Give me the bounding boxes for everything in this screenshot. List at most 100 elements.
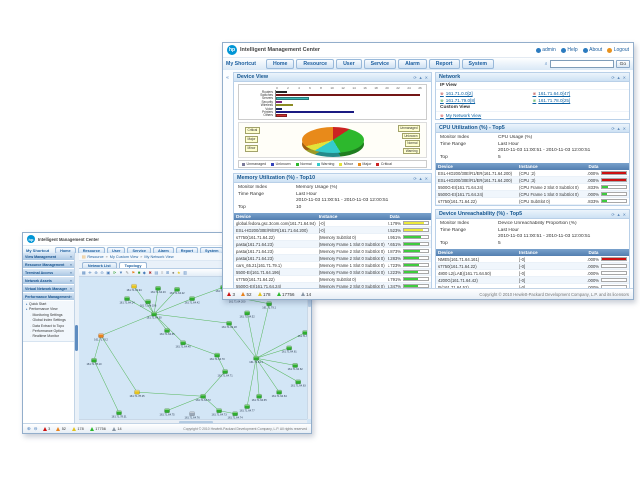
table-row[interactable]: 5500-EI(161.71.64.196)(Memory Frame 0 Sl… <box>234 269 431 276</box>
my-shortcut-button[interactable]: My Shortcut <box>226 61 264 67</box>
device-node[interactable]: 161.71.64.63 <box>290 380 306 388</box>
device-node[interactable]: 161.71.64.71 <box>217 370 233 378</box>
device-node[interactable]: 161.71.78.10 <box>86 358 102 366</box>
search-input[interactable] <box>550 60 614 68</box>
layout-icon[interactable]: ▤ <box>155 270 159 275</box>
tab-user[interactable]: User <box>336 59 362 69</box>
device-node[interactable]: 161.71.78.2 <box>94 334 108 342</box>
edit-icon[interactable]: ✎ <box>125 270 129 275</box>
about-link[interactable]: About <box>583 47 603 53</box>
search-icon[interactable]: ★ <box>177 270 181 275</box>
refresh-icon[interactable]: ⟳ <box>413 75 416 80</box>
crumb-my-network-view[interactable]: My Network View <box>144 255 173 259</box>
pan-tool-icon[interactable]: ✛ <box>88 270 92 275</box>
alarm-count[interactable]: 14 <box>112 427 122 431</box>
device-node[interactable]: 161.71.64.70 <box>209 353 225 361</box>
admin-link[interactable]: admin <box>536 47 556 53</box>
table-row[interactable]: 4800 L2(LAB)(161.71.64.50)[-0]0.000% <box>436 270 629 277</box>
device-node[interactable]: 161.71.64.61 <box>281 346 297 354</box>
table-row[interactable]: ESL-HD200/30E/R/ER(161.71.64.200)[-0]80.… <box>234 227 431 234</box>
table-row[interactable]: s7750(161.71.64.22)(CPU SubSlot 0)21.833… <box>436 198 629 205</box>
sidebar-section-terminal-access[interactable]: Terminal Access« <box>23 269 74 277</box>
sidebar-section-network-assets[interactable]: Network Assets« <box>23 277 74 285</box>
device-node[interactable]: 161.71.64.94 <box>126 284 142 292</box>
device-node[interactable]: 161.71.64.72 <box>195 394 211 402</box>
alarm-count[interactable]: 178 <box>72 427 84 431</box>
table-row[interactable]: cars_65.21(161.71.79.1)(Memory Frame 1 S… <box>234 262 431 269</box>
tab-report[interactable]: Report <box>429 59 460 69</box>
view-tab-network-list[interactable]: Network List <box>82 262 117 268</box>
collapse-icon[interactable]: ▲ <box>617 126 621 131</box>
collapse-icon[interactable]: ▲ <box>419 176 423 181</box>
device-node[interactable]: 161.71.64.77 <box>239 404 255 412</box>
close-icon[interactable]: ✕ <box>623 75 626 80</box>
alarm-count[interactable]: 178 <box>258 292 271 297</box>
table-row[interactable]: ESL-HD200/30E/R1/ER(161.71.64.200)(CPU ;… <box>436 177 629 184</box>
delete-icon[interactable]: ✖ <box>149 270 153 275</box>
refresh-icon[interactable]: ⟳ <box>113 270 117 275</box>
view-link-161-71-79-0-8[interactable]: ※161.71.79.0[8] <box>440 97 533 104</box>
crumb-my-custom-view[interactable]: My Custom View <box>110 255 138 259</box>
logout-link[interactable]: Logout <box>607 47 629 53</box>
view-link-my-network-view[interactable]: ※My Network View <box>440 112 533 119</box>
zoom-in-icon[interactable]: ⊕ <box>94 270 98 275</box>
refresh-icon[interactable]: ⟳ <box>611 212 614 217</box>
device-node[interactable]: 161.71.78.31 <box>111 411 127 419</box>
sidebar-section-view-management[interactable]: View Management« <box>23 253 74 261</box>
refresh-icon[interactable]: ⟳ <box>611 75 614 80</box>
alarm-count[interactable]: 17756 <box>277 292 295 297</box>
filter-icon[interactable]: ▥ <box>183 270 187 275</box>
table-row[interactable]: 4200G(161.71.64.42)[-0]0.000% <box>436 277 629 284</box>
device-node[interactable]: 161.71.78.25 <box>129 390 145 398</box>
device-node[interactable]: 161.71.64.64 <box>271 390 287 398</box>
close-icon[interactable]: ✕ <box>623 126 626 131</box>
alarm-count[interactable]: 52 <box>241 292 252 297</box>
table-row[interactable]: pasta(161.71.64.23)(Memory Frame 1 Slot … <box>234 241 431 248</box>
device-node[interactable]: 161.71.64.1 <box>249 356 263 364</box>
collapse-icon[interactable]: ▲ <box>617 212 621 217</box>
tab-resource[interactable]: Resource <box>296 59 334 69</box>
device-node[interactable]: 161.71.64.24 <box>119 297 135 305</box>
collapse-icon[interactable]: ▲ <box>617 75 621 80</box>
device-node[interactable]: 161.71.64.75 <box>159 409 175 417</box>
table-row[interactable]: pasta(161.71.64.23)(Memory Frame 2 Slot … <box>234 255 431 262</box>
save-icon[interactable]: ▼ <box>119 270 123 275</box>
zoom-in-icon[interactable]: ⊕ <box>27 426 31 432</box>
table-row[interactable]: 5500G-EI(161.71.64.24)(CPU Frame 1 Slot … <box>436 191 629 198</box>
add-link-icon[interactable]: ◆ <box>143 270 146 275</box>
alarm-count[interactable]: 3 <box>43 427 51 431</box>
device-node[interactable]: 161.71.64.22 <box>169 287 185 295</box>
close-icon[interactable]: ✕ <box>425 75 428 80</box>
device-node[interactable]: 161.71.64.35 <box>159 328 175 336</box>
help-link[interactable]: Help <box>561 47 578 53</box>
view-link-161-71-64-0-47[interactable]: ※161.71.64.0[47] <box>533 90 626 97</box>
device-node[interactable]: 161.71.64.30 <box>146 312 162 320</box>
sidebar-item-realtime-monitor[interactable]: ·Realtime Monitor <box>23 334 74 339</box>
zoom-out-icon[interactable]: ⊖ <box>34 426 38 432</box>
sidebar-section-virtual-network-manager[interactable]: Virtual Network Manager« <box>23 285 74 293</box>
flag-icon[interactable]: ⚑ <box>132 270 136 275</box>
alarm-count[interactable]: 17756 <box>90 427 106 431</box>
tab-service[interactable]: Service <box>364 59 396 69</box>
table-row[interactable]: pasta(161.71.64.23)(Memory Frame 2 Slot … <box>234 248 431 255</box>
alarm-count[interactable]: 14 <box>301 292 312 297</box>
zoom-out-icon[interactable]: ⊖ <box>100 270 104 275</box>
device-node[interactable]: 161.71.64.40 <box>175 341 191 349</box>
view-tab-topology[interactable]: Topology <box>119 262 148 268</box>
go-button[interactable]: Go <box>616 60 630 68</box>
refresh-icon[interactable]: ⟳ <box>413 176 416 181</box>
select-tool-icon[interactable]: ▦ <box>82 270 86 275</box>
table-row[interactable]: s7750(161.71.64.22)(Memory SubSlot 0)68.… <box>234 234 431 241</box>
table-row[interactable]: s7750(161.71.64.22)(Memory SubSlot 0)56.… <box>234 276 431 283</box>
device-node[interactable]: 161.71.64.23 <box>150 286 166 294</box>
collapse-column-button[interactable]: « <box>225 72 230 288</box>
view-link-161-71-78-0-25[interactable]: ※161.71.78.0[25] <box>533 97 626 104</box>
alarm-count[interactable]: 52 <box>56 427 66 431</box>
close-icon[interactable]: ✕ <box>623 212 626 217</box>
crumb-resource[interactable]: Resource <box>87 255 103 259</box>
alarm-count[interactable]: 3 <box>227 292 235 297</box>
view-link-161-71-0-0-2[interactable]: ※161.71.0.0[2] <box>440 90 533 97</box>
settings-icon[interactable]: ● <box>172 270 175 275</box>
sidebar-section-resource-management[interactable]: Resource Management« <box>23 261 74 269</box>
table-row[interactable]: s7750(161.71.64.22)[-0]0.000% <box>436 263 629 270</box>
